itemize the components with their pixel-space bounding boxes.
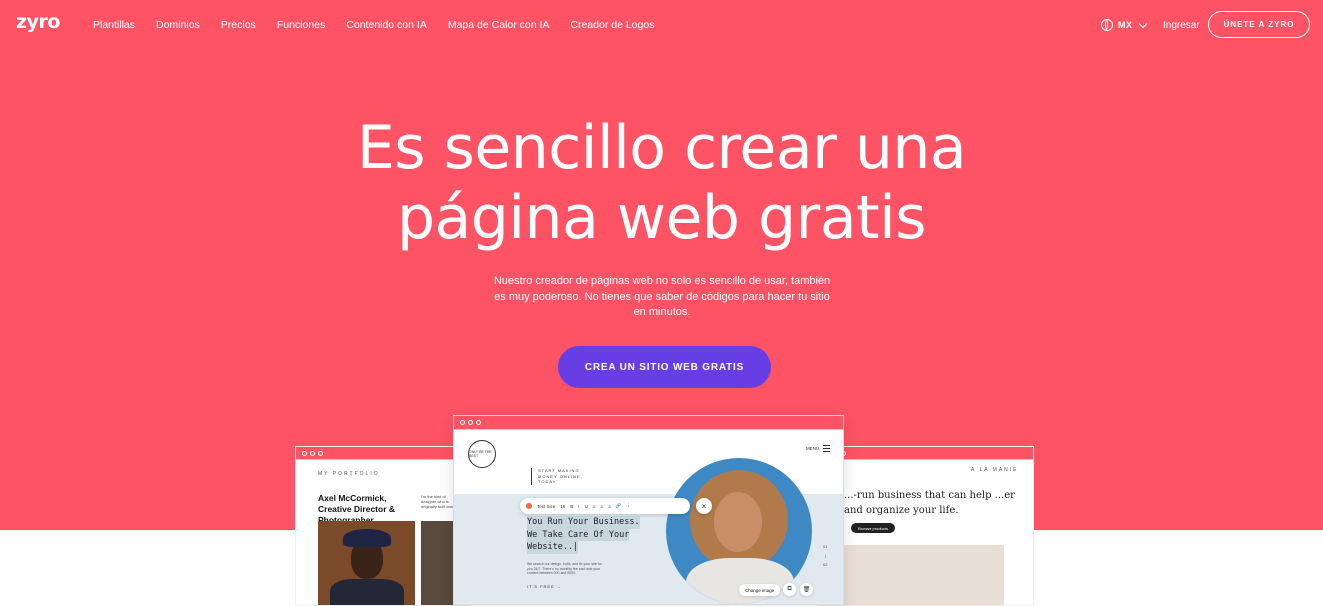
mockup-editor-window: ONLY BE THE BEST MENU START MAKING MONEY… (453, 415, 844, 605)
language-code: MX (1118, 20, 1133, 30)
menu-label: MENU (806, 446, 820, 451)
heading-line2: We Take Care Of Your (527, 528, 630, 541)
toolbar-size-value: 16 (560, 503, 566, 509)
align-left-icon: ≡ (592, 503, 596, 509)
text-edit-toolbar: Text Size 16 B I U ≡ ≡ ≡ 🔗 ⋮ (520, 498, 690, 514)
window-bar (454, 416, 843, 430)
hero-subtitle: Nuestro creador de páginas web no solo e… (493, 275, 831, 318)
mockup-portfolio-window: MY PORTFOLIO Axel McCormick, Creative Di… (295, 446, 470, 606)
heading-line3: Website..| (527, 541, 579, 554)
hero-title-line1: Es sencillo crear una (356, 113, 967, 183)
duplicate-icon: ⧉ (783, 583, 796, 596)
mockup-tagline: START MAKING MONEY ONLINE, TODAY (531, 468, 598, 485)
mockup-menu: MENU (806, 445, 831, 452)
change-image-button: Change image (739, 584, 781, 596)
nav-link-contenido-ia[interactable]: Contenido con IA (346, 19, 427, 31)
more-icon: ⋮ (626, 503, 631, 508)
window-bar (819, 447, 1033, 460)
heading-line1: You Run Your Business. (527, 516, 640, 529)
underline-icon: U (584, 503, 588, 509)
language-selector[interactable]: MX (1101, 19, 1147, 31)
nav-link-dominios[interactable]: Dominios (156, 19, 200, 31)
mockup-label: MY PORTFOLIO (318, 471, 380, 477)
zyro-logo[interactable]: zyro (16, 11, 60, 33)
nav-link-mapa-calor[interactable]: Mapa de Calor con IA (448, 19, 550, 31)
nav-link-plantillas[interactable]: Plantillas (93, 19, 135, 31)
top-nav: zyro Plantillas Dominios Precios Funcion… (0, 0, 1323, 52)
join-button[interactable]: ÚNETE A ZYRO (1208, 11, 1310, 38)
chevron-down-icon (1138, 19, 1147, 28)
nav-link-funciones[interactable]: Funciones (277, 19, 325, 31)
hero-title: Es sencillo crear una página web gratis (0, 113, 1323, 253)
nav-links: Plantillas Dominios Precios Funciones Co… (93, 19, 675, 31)
align-center-icon: ≡ (600, 503, 604, 509)
nav-link-precios[interactable]: Precios (221, 19, 256, 31)
slide-indicator: 01 | 02 (823, 544, 828, 567)
hamburger-icon (823, 445, 831, 452)
hero-title-line2: página web gratis (396, 183, 927, 253)
browse-products-button: Browse products (851, 523, 895, 533)
mockup-label: A LA MANIE (971, 467, 1019, 473)
globe-icon (1101, 19, 1113, 31)
italic-icon: I (578, 503, 580, 509)
create-site-button[interactable]: CREA UN SITIO WEB GRATIS (558, 346, 771, 388)
mockup-body-text: We search our design, build, and fix you… (527, 562, 602, 575)
bold-icon: B (570, 503, 574, 509)
color-picker-icon (526, 503, 532, 509)
trash-icon: 🗑 (800, 583, 813, 596)
nav-link-creador-logos[interactable]: Creador de Logos (570, 19, 654, 31)
mockup-store-window: A LA MANIE ...-run business that can hel… (818, 446, 1034, 606)
align-right-icon: ≡ (608, 503, 611, 509)
login-link[interactable]: Ingresar (1163, 20, 1200, 31)
close-icon: × (696, 498, 712, 514)
portrait-image (318, 521, 415, 605)
mockup-heading: ...-run business that can help ...er and… (844, 490, 1015, 516)
mockup-link: IT'S FREE → (527, 584, 562, 589)
product-image (844, 545, 1004, 605)
toolbar-label: Text Size (537, 503, 556, 509)
link-icon: 🔗 (615, 503, 622, 508)
window-bar (296, 447, 469, 460)
mockup-logo: ONLY BE THE BEST (468, 440, 496, 468)
mockup-heading: You Run Your Business. We Take Care Of Y… (527, 516, 647, 554)
